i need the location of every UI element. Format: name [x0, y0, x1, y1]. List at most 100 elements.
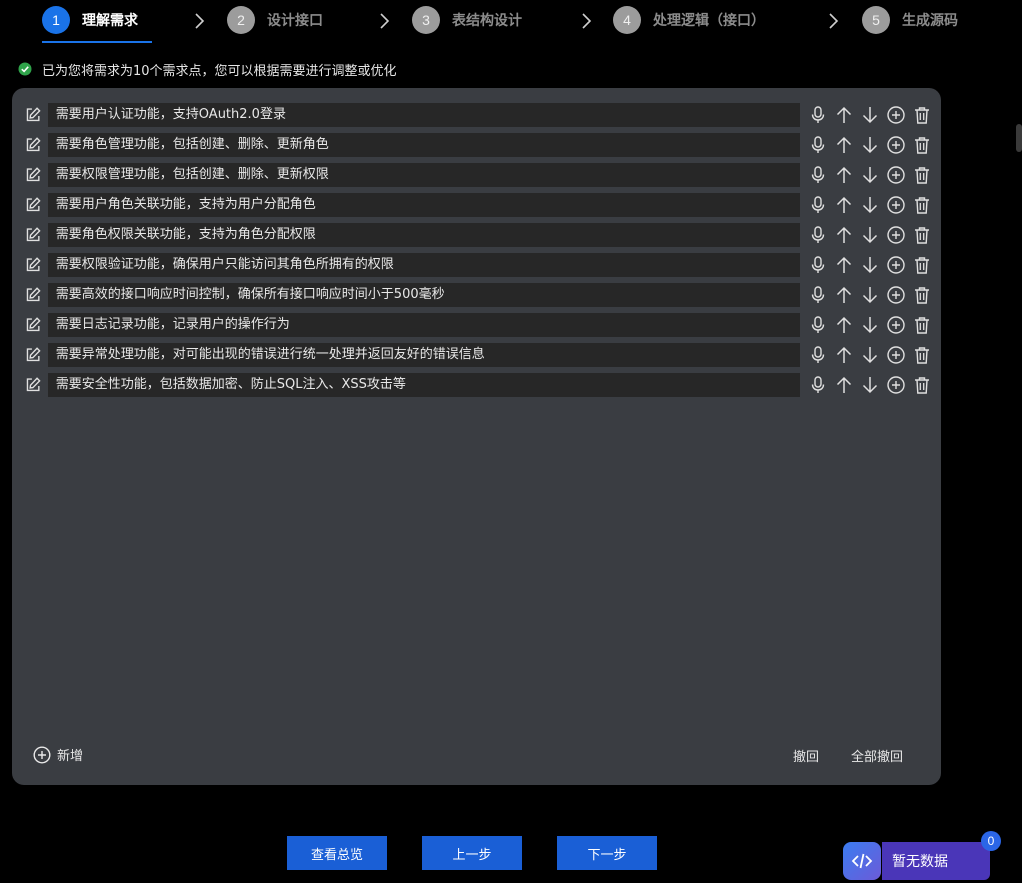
arrow-down-icon[interactable]: [860, 375, 880, 395]
plus-circle-icon[interactable]: [886, 345, 906, 365]
arrow-up-icon[interactable]: [834, 285, 854, 305]
edit-icon[interactable]: [24, 106, 42, 124]
trash-icon[interactable]: [912, 255, 932, 275]
trash-icon[interactable]: [912, 285, 932, 305]
microphone-icon[interactable]: [808, 195, 828, 215]
code-icon[interactable]: [843, 842, 881, 880]
trash-icon[interactable]: [912, 225, 932, 245]
step-label: 处理逻辑（接口）: [653, 13, 765, 29]
microphone-icon[interactable]: [808, 135, 828, 155]
step-2[interactable]: 2 设计接口: [227, 5, 323, 35]
requirement-input[interactable]: 需要异常处理功能，对可能出现的错误进行统一处理并返回友好的错误信息: [47, 343, 800, 367]
requirement-row: 需要角色管理功能，包括创建、删除、更新角色: [22, 133, 932, 157]
plus-circle-icon[interactable]: [886, 315, 906, 335]
edit-icon[interactable]: [24, 346, 42, 364]
arrow-down-icon[interactable]: [860, 315, 880, 335]
trash-icon[interactable]: [912, 195, 932, 215]
requirement-input[interactable]: 需要高效的接口响应时间控制，确保所有接口响应时间小于500毫秒: [47, 283, 800, 307]
requirement-input[interactable]: 需要权限验证功能，确保用户只能访问其角色所拥有的权限: [47, 253, 800, 277]
floating-widget[interactable]: 暂无数据 0: [843, 831, 1001, 880]
microphone-icon[interactable]: [808, 375, 828, 395]
arrow-down-icon[interactable]: [860, 255, 880, 275]
edit-icon[interactable]: [24, 196, 42, 214]
requirement-input[interactable]: 需要日志记录功能，记录用户的操作行为: [47, 313, 800, 337]
widget-label[interactable]: 暂无数据: [882, 842, 990, 880]
arrow-down-icon[interactable]: [860, 105, 880, 125]
arrow-up-icon[interactable]: [834, 255, 854, 275]
arrow-up-icon[interactable]: [834, 375, 854, 395]
scrollbar-thumb[interactable]: [1016, 124, 1022, 152]
microphone-icon[interactable]: [808, 225, 828, 245]
arrow-down-icon[interactable]: [860, 165, 880, 185]
arrow-up-icon[interactable]: [834, 345, 854, 365]
edit-icon[interactable]: [24, 166, 42, 184]
microphone-icon[interactable]: [808, 105, 828, 125]
plus-circle-icon[interactable]: [886, 225, 906, 245]
plus-circle-icon[interactable]: [886, 375, 906, 395]
step-1[interactable]: 1 理解需求: [42, 5, 138, 35]
undo-button[interactable]: 撤回: [793, 746, 819, 765]
plus-circle-icon[interactable]: [886, 135, 906, 155]
stepper: 1 理解需求 2 设计接口 3 表结构设计 4 处理逻辑（接口） 5 生成源码: [0, 0, 1022, 44]
trash-icon[interactable]: [912, 135, 932, 155]
step-number: 3: [412, 6, 440, 34]
arrow-down-icon[interactable]: [860, 345, 880, 365]
requirement-row: 需要日志记录功能，记录用户的操作行为: [22, 313, 932, 337]
plus-circle-icon[interactable]: [886, 105, 906, 125]
plus-circle-icon[interactable]: [886, 165, 906, 185]
plus-circle-icon[interactable]: [886, 255, 906, 275]
requirement-input[interactable]: 需要角色权限关联功能，支持为角色分配权限: [47, 223, 800, 247]
step-number: 4: [613, 6, 641, 34]
step-4[interactable]: 4 处理逻辑（接口）: [613, 5, 765, 35]
notice-text: 已为您将需求为10个需求点，您可以根据需要进行调整或优化: [42, 63, 397, 79]
arrow-down-icon[interactable]: [860, 195, 880, 215]
requirement-input[interactable]: 需要用户认证功能，支持OAuth2.0登录: [47, 103, 800, 127]
edit-icon[interactable]: [24, 286, 42, 304]
edit-icon[interactable]: [24, 136, 42, 154]
arrow-up-icon[interactable]: [834, 225, 854, 245]
microphone-icon[interactable]: [808, 285, 828, 305]
trash-icon[interactable]: [912, 165, 932, 185]
trash-icon[interactable]: [912, 315, 932, 335]
microphone-icon[interactable]: [808, 345, 828, 365]
arrow-down-icon[interactable]: [860, 135, 880, 155]
edit-icon[interactable]: [24, 256, 42, 274]
arrow-up-icon[interactable]: [834, 165, 854, 185]
row-actions: [802, 255, 932, 275]
step-label: 理解需求: [82, 13, 138, 29]
next-step-button[interactable]: 下一步: [557, 836, 657, 870]
trash-icon[interactable]: [912, 105, 932, 125]
step-5[interactable]: 5 生成源码: [862, 5, 958, 35]
requirement-input[interactable]: 需要安全性功能，包括数据加密、防止SQL注入、XSS攻击等: [47, 373, 800, 397]
overview-button[interactable]: 查看总览: [287, 836, 387, 870]
arrow-up-icon[interactable]: [834, 315, 854, 335]
arrow-up-icon[interactable]: [834, 105, 854, 125]
microphone-icon[interactable]: [808, 315, 828, 335]
arrow-up-icon[interactable]: [834, 195, 854, 215]
requirement-row: 需要权限验证功能，确保用户只能访问其角色所拥有的权限: [22, 253, 932, 277]
row-actions: [802, 105, 932, 125]
add-requirement-button[interactable]: 新增: [33, 745, 83, 764]
microphone-icon[interactable]: [808, 165, 828, 185]
arrow-down-icon[interactable]: [860, 225, 880, 245]
row-actions: [802, 195, 932, 215]
prev-step-button[interactable]: 上一步: [422, 836, 522, 870]
requirement-input[interactable]: 需要用户角色关联功能，支持为用户分配角色: [47, 193, 800, 217]
requirement-input[interactable]: 需要角色管理功能，包括创建、删除、更新角色: [47, 133, 800, 157]
trash-icon[interactable]: [912, 345, 932, 365]
plus-circle-icon[interactable]: [886, 195, 906, 215]
edit-icon[interactable]: [24, 376, 42, 394]
microphone-icon[interactable]: [808, 255, 828, 275]
arrow-up-icon[interactable]: [834, 135, 854, 155]
trash-icon[interactable]: [912, 375, 932, 395]
undo-all-button[interactable]: 全部撤回: [851, 746, 903, 765]
requirement-row: 需要用户角色关联功能，支持为用户分配角色: [22, 193, 932, 217]
add-label: 新增: [57, 749, 84, 764]
row-actions: [802, 345, 932, 365]
requirement-input[interactable]: 需要权限管理功能，包括创建、删除、更新权限: [47, 163, 800, 187]
plus-circle-icon[interactable]: [886, 285, 906, 305]
edit-icon[interactable]: [24, 316, 42, 334]
step-3[interactable]: 3 表结构设计: [412, 5, 522, 35]
edit-icon[interactable]: [24, 226, 42, 244]
arrow-down-icon[interactable]: [860, 285, 880, 305]
